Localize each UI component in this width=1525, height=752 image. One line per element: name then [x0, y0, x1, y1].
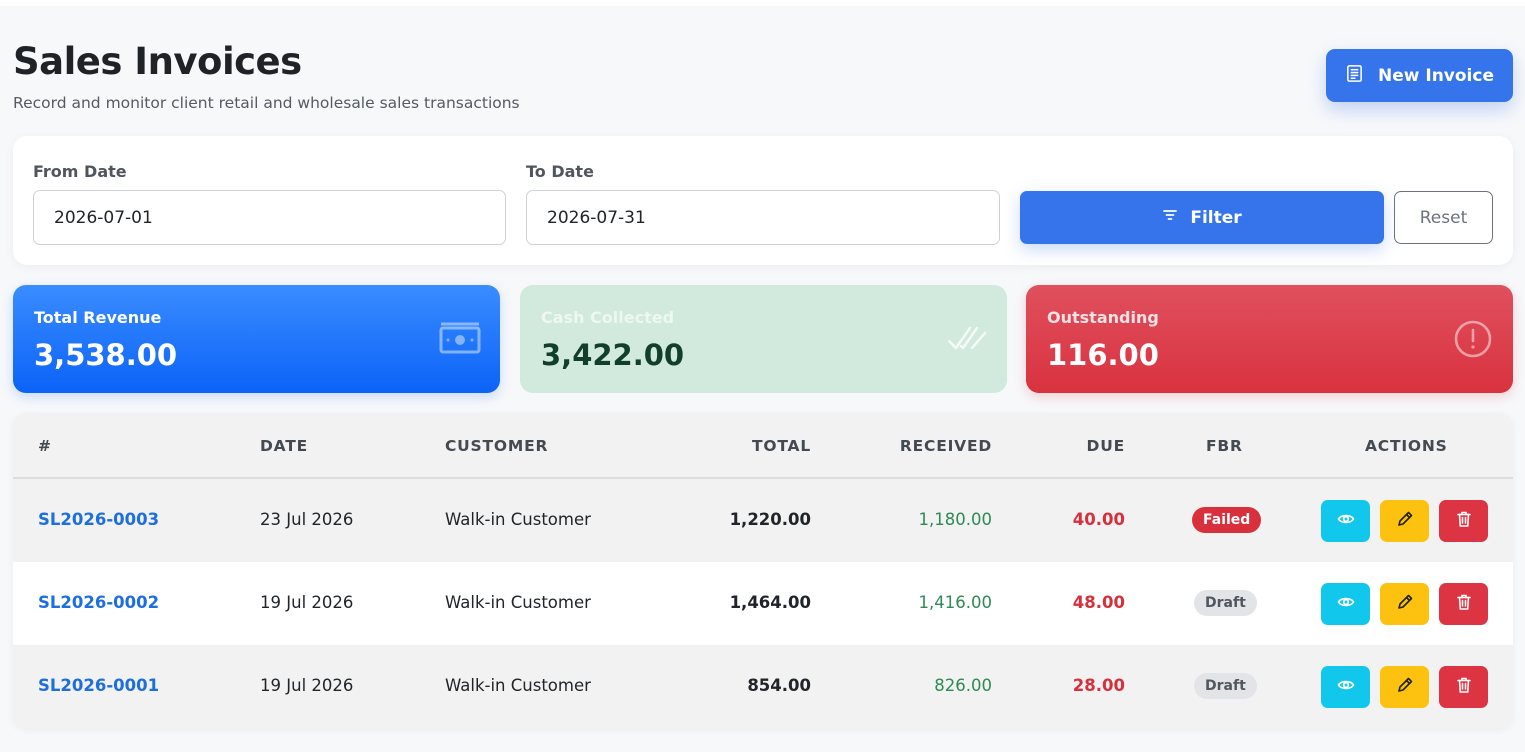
- col-actions: ACTIONS: [1365, 437, 1448, 455]
- table-row: SL2026-0002 19 Jul 2026 Walk-in Customer…: [13, 562, 1513, 645]
- outstanding-card: Outstanding 116.00: [1026, 285, 1513, 393]
- view-button[interactable]: [1321, 583, 1370, 625]
- eye-icon: [1337, 676, 1355, 698]
- new-invoice-button[interactable]: New Invoice: [1326, 49, 1513, 102]
- col-fbr: FBR: [1206, 437, 1243, 455]
- table-header: # DATE CUSTOMER TOTAL RECEIVED DUE FBR A…: [13, 413, 1513, 479]
- trash-icon: [1455, 510, 1473, 532]
- view-button[interactable]: [1321, 666, 1370, 708]
- outstanding-label: Outstanding: [1047, 308, 1159, 327]
- invoice-received: 1,416.00: [918, 593, 992, 612]
- invoice-customer: Walk-in Customer: [445, 510, 591, 529]
- col-customer: CUSTOMER: [445, 437, 549, 455]
- exclamation-circle-icon: [1451, 319, 1495, 359]
- invoice-received: 826.00: [934, 676, 992, 695]
- filter-button[interactable]: Filter: [1020, 191, 1384, 244]
- col-received: RECEIVED: [899, 437, 992, 455]
- delete-button[interactable]: [1439, 583, 1488, 625]
- invoice-number-link[interactable]: SL2026-0002: [38, 593, 159, 612]
- fbr-status-badge: Draft: [1194, 590, 1257, 616]
- trash-icon: [1455, 593, 1473, 615]
- invoice-date: 19 Jul 2026: [260, 676, 354, 695]
- to-date-input[interactable]: 2026-07-31: [526, 190, 1000, 245]
- col-number: #: [38, 437, 52, 455]
- invoices-table: # DATE CUSTOMER TOTAL RECEIVED DUE FBR A…: [13, 413, 1513, 728]
- filter-label: Filter: [1190, 207, 1242, 228]
- invoice-received: 1,180.00: [918, 510, 992, 529]
- new-invoice-label: New Invoice: [1377, 65, 1494, 86]
- invoice-due: 40.00: [1072, 510, 1125, 529]
- view-button[interactable]: [1321, 500, 1370, 542]
- total-revenue-label: Total Revenue: [34, 308, 162, 327]
- table-row: SL2026-0001 19 Jul 2026 Walk-in Customer…: [13, 645, 1513, 728]
- invoice-due: 48.00: [1072, 593, 1125, 612]
- cash-collected-label: Cash Collected: [541, 308, 675, 327]
- receipt-icon: [1345, 64, 1364, 88]
- delete-button[interactable]: [1439, 500, 1488, 542]
- reset-button[interactable]: Reset: [1394, 191, 1493, 244]
- fbr-status-badge: Failed: [1192, 507, 1262, 533]
- invoice-customer: Walk-in Customer: [445, 676, 591, 695]
- filter-icon: [1162, 207, 1178, 228]
- eye-icon: [1337, 510, 1355, 532]
- invoice-date: 23 Jul 2026: [260, 510, 354, 529]
- edit-button[interactable]: [1380, 666, 1429, 708]
- trash-icon: [1455, 676, 1473, 698]
- page-subtitle: Record and monitor client retail and who…: [13, 94, 520, 112]
- filter-panel: From Date 2026-07-01 To Date 2026-07-31 …: [13, 136, 1513, 265]
- invoice-total: 1,464.00: [729, 593, 811, 612]
- invoice-number-link[interactable]: SL2026-0003: [38, 510, 159, 529]
- invoice-total: 1,220.00: [729, 510, 811, 529]
- invoice-date: 19 Jul 2026: [260, 593, 354, 612]
- delete-button[interactable]: [1439, 666, 1488, 708]
- total-revenue-card: Total Revenue 3,538.00: [13, 285, 500, 393]
- total-revenue-value: 3,538.00: [34, 338, 178, 372]
- money-icon: [438, 319, 482, 359]
- fbr-status-badge: Draft: [1194, 673, 1257, 699]
- invoice-customer: Walk-in Customer: [445, 593, 591, 612]
- pencil-icon: [1396, 676, 1414, 698]
- pencil-icon: [1396, 510, 1414, 532]
- invoice-number-link[interactable]: SL2026-0001: [38, 676, 159, 695]
- invoice-due: 28.00: [1072, 676, 1125, 695]
- col-total: TOTAL: [752, 437, 811, 455]
- cash-collected-value: 3,422.00: [541, 338, 685, 372]
- page-title: Sales Invoices: [13, 40, 302, 83]
- table-row: SL2026-0003 23 Jul 2026 Walk-in Customer…: [13, 479, 1513, 562]
- from-date-label: From Date: [33, 162, 127, 181]
- to-date-label: To Date: [526, 162, 594, 181]
- col-due: DUE: [1086, 437, 1125, 455]
- eye-icon: [1337, 593, 1355, 615]
- top-strip: [0, 0, 1525, 6]
- edit-button[interactable]: [1380, 583, 1429, 625]
- outstanding-value: 116.00: [1047, 338, 1159, 372]
- cash-collected-card: Cash Collected 3,422.00: [520, 285, 1007, 393]
- invoice-total: 854.00: [747, 676, 811, 695]
- edit-button[interactable]: [1380, 500, 1429, 542]
- double-check-icon: [945, 319, 989, 359]
- from-date-input[interactable]: 2026-07-01: [33, 190, 506, 245]
- pencil-icon: [1396, 593, 1414, 615]
- col-date: DATE: [260, 437, 309, 455]
